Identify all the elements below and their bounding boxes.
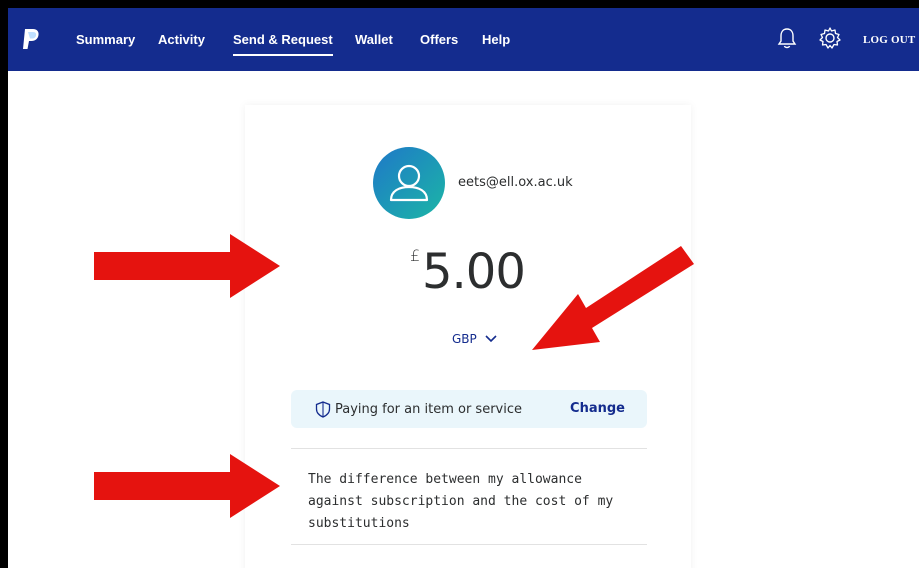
nav-send-request[interactable]: Send & Request (233, 32, 333, 56)
user-icon (389, 164, 429, 202)
payment-note[interactable]: The difference between my allowance agai… (308, 469, 638, 535)
divider (291, 448, 647, 449)
divider (291, 544, 647, 545)
payment-type-label: Paying for an item or service (335, 402, 522, 417)
nav-offers[interactable]: Offers (420, 32, 458, 47)
amount-value[interactable]: 5.00 (422, 244, 526, 300)
annotation-arrow-icon (532, 246, 694, 350)
change-button[interactable]: Change (570, 401, 625, 416)
gear-icon[interactable] (818, 26, 842, 50)
recipient-email: eets@ell.ox.ac.uk (458, 175, 573, 190)
nav-activity[interactable]: Activity (158, 32, 205, 47)
chevron-down-icon (485, 335, 497, 343)
annotation-arrow-icon (94, 234, 280, 298)
shield-icon (315, 401, 331, 418)
page-frame: Summary Activity Send & Request Wallet O… (8, 8, 919, 568)
bell-icon[interactable] (776, 26, 798, 50)
logout-link[interactable]: LOG OUT (863, 34, 915, 46)
top-nav: Summary Activity Send & Request Wallet O… (8, 8, 919, 71)
nav-summary[interactable]: Summary (76, 32, 135, 47)
currency-dropdown[interactable]: GBP (452, 332, 497, 346)
currency-code: GBP (452, 332, 477, 346)
annotation-arrow-icon (94, 454, 280, 518)
nav-wallet[interactable]: Wallet (355, 32, 393, 47)
payment-type-panel: Paying for an item or service Change (291, 390, 647, 428)
currency-symbol: £ (410, 246, 421, 265)
nav-help[interactable]: Help (482, 32, 510, 47)
avatar (373, 147, 445, 219)
paypal-logo-icon[interactable] (22, 28, 40, 50)
